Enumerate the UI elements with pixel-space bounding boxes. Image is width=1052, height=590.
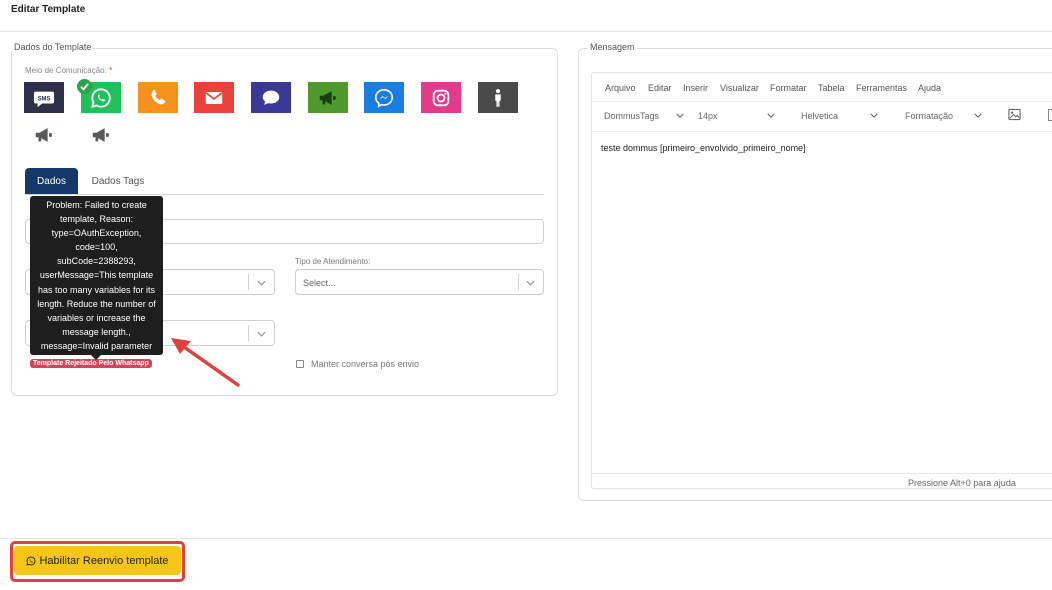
channels-label: Meio de Comunicação: * (25, 66, 112, 75)
select-separator (248, 274, 249, 290)
chevron-down-icon (870, 113, 878, 118)
error-tooltip: Problem: Failed to create template, Reas… (30, 196, 163, 356)
footer-divider (0, 538, 1052, 539)
chevron-down-icon (257, 331, 266, 337)
tooltip-line: message=Invalid parameter (40, 340, 153, 351)
channel-campaign-alt-button-2[interactable] (81, 119, 121, 150)
insert-image-icon[interactable] (1008, 108, 1021, 121)
email-icon (205, 91, 223, 104)
channel-phone-button[interactable] (138, 82, 178, 113)
page-title: Editar Template (11, 4, 86, 15)
channel-email-button[interactable] (194, 82, 234, 113)
megaphone-icon (35, 127, 52, 142)
manter-conversa-checkbox[interactable] (296, 360, 304, 368)
menu-editar[interactable]: Editar (648, 83, 672, 93)
rejected-status-badge: Template Rejeitado Pelo Whatsapp (30, 359, 152, 368)
tooltip-line: has too many variables for its (37, 284, 156, 295)
chevron-down-icon (974, 113, 982, 118)
channel-campaign-button[interactable] (308, 82, 348, 113)
selected-check-icon (77, 79, 92, 94)
tab-dados[interactable]: Dados (25, 168, 78, 194)
whatsapp-icon (90, 87, 111, 108)
channel-campaign-alt-button-1[interactable] (24, 119, 64, 150)
font-size-dropdown[interactable]: 14px (698, 111, 718, 121)
whatsapp-icon (26, 556, 36, 566)
megaphone-icon (319, 90, 336, 105)
toolbar-divider (592, 131, 1052, 132)
channel-instagram-button[interactable] (421, 82, 461, 113)
channel-sms-button[interactable]: SMS (24, 82, 64, 113)
tooltip-line: code=100, (75, 242, 118, 253)
tooltip-line: message length., (62, 326, 131, 337)
tipo-atendimento-label: Tipo de Atendimento: (295, 257, 371, 266)
sms-icon-text: SMS (38, 96, 51, 102)
tabs-divider (25, 194, 544, 195)
channel-presential-button[interactable] (478, 82, 518, 113)
menu-arquivo[interactable]: Arquivo (605, 83, 636, 93)
tooltip-arrow (91, 355, 101, 360)
sms-icon: SMS (33, 91, 55, 107)
template-data-legend: Dados do Template (12, 42, 94, 52)
chevron-down-icon (676, 113, 684, 118)
format-dropdown[interactable]: Formatação (905, 111, 953, 121)
select-separator (518, 274, 519, 290)
tooltip-line: length. Reduce the number of (37, 298, 156, 309)
tooltip-line: subCode=2388293, (57, 256, 136, 267)
channel-chat-button[interactable] (251, 82, 291, 113)
phone-icon (151, 89, 166, 104)
rich-text-editor (591, 72, 1052, 489)
required-mark: * (109, 66, 113, 75)
chat-bubble-icon (262, 90, 280, 105)
tooltip-line: userMessage=This template (39, 270, 154, 281)
dommustags-dropdown[interactable]: DommusTags (604, 111, 659, 121)
menu-formatar[interactable]: Formatar (770, 83, 807, 93)
menu-inserir[interactable]: Inserir (683, 83, 708, 93)
menu-visualizar[interactable]: Visualizar (720, 83, 759, 93)
editor-help-hint: Pressione Alt+0 para ajuda (908, 478, 1016, 488)
instagram-icon (432, 89, 450, 106)
editor-content[interactable]: teste dommus [primeiro_envolvido_primeir… (601, 143, 806, 153)
chevron-down-icon (526, 280, 535, 286)
menu-tabela[interactable]: Tabela (818, 83, 845, 93)
megaphone-icon (92, 127, 109, 142)
chevron-down-icon (767, 113, 775, 118)
annotation-arrow-icon (171, 338, 240, 387)
messenger-icon (374, 88, 394, 108)
menu-ferramentas[interactable]: Ferramentas (856, 83, 907, 93)
message-legend: Mensagem (588, 42, 637, 52)
tab-dados-tags[interactable]: Dados Tags (82, 168, 154, 194)
status-divider (592, 473, 1052, 474)
habilitar-reenvio-button[interactable]: Habilitar Reenvio template (14, 546, 181, 575)
manter-conversa-label: Manter conversa pós envio (311, 359, 420, 369)
more-toolbar-icon[interactable] (1048, 109, 1052, 121)
tooltip-line: Problem: Failed to create (46, 200, 147, 210)
tooltip-line: variables or increase the (47, 312, 146, 323)
channels-label-text: Meio de Comunicação: (25, 66, 107, 75)
person-icon (495, 88, 501, 107)
menu-ajuda[interactable]: Ajuda (918, 83, 941, 93)
tipo-atendimento-placeholder: Select... (303, 278, 336, 288)
tooltip-line: type=OAuthException, (51, 228, 142, 239)
menu-divider (592, 101, 1052, 102)
tooltip-line: template, Reason: (59, 214, 134, 225)
tipo-atendimento-select[interactable]: Select... (295, 269, 544, 295)
habilitar-reenvio-label: Habilitar Reenvio template (39, 554, 169, 567)
channel-messenger-button[interactable] (364, 82, 404, 113)
font-family-dropdown[interactable]: Helvetica (801, 111, 838, 121)
chevron-down-icon (257, 280, 266, 286)
header-divider (0, 31, 1052, 32)
